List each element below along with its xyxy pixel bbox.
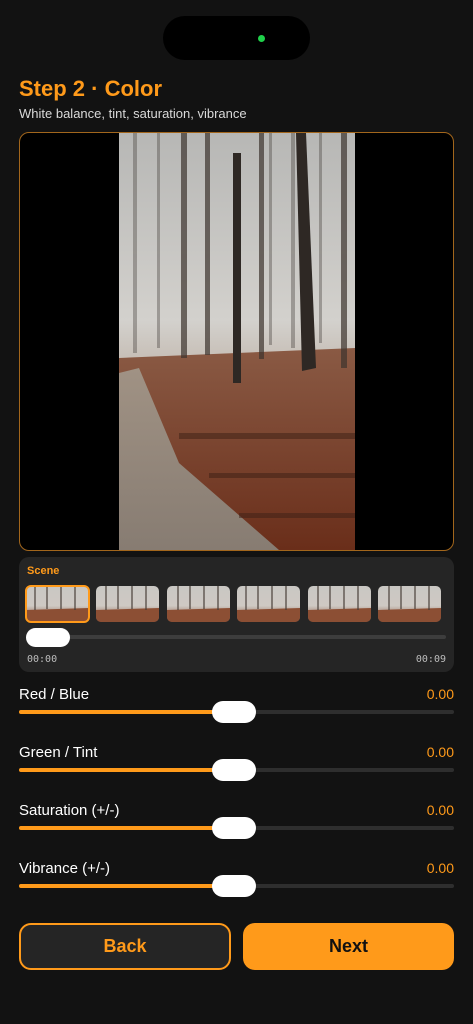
thumbnail-image bbox=[26, 586, 89, 622]
thumbnail-image bbox=[96, 586, 159, 622]
scene-panel: Scene 00:00 00:09 bbox=[19, 557, 454, 672]
slider-label: Red / Blue bbox=[19, 686, 90, 703]
vibrance-slider: Vibrance (+/-) 0.00 bbox=[19, 860, 454, 910]
scene-label: Scene bbox=[27, 565, 60, 577]
slider-label: Vibrance (+/-) bbox=[19, 860, 111, 877]
saturation-slider: Saturation (+/-) 0.00 bbox=[19, 802, 454, 852]
thumbnail-image bbox=[308, 586, 371, 622]
scene-thumbnail-4[interactable] bbox=[237, 586, 300, 622]
slider-handle[interactable] bbox=[212, 875, 256, 897]
back-button[interactable]: Back bbox=[19, 923, 231, 970]
scene-thumbnails bbox=[25, 585, 448, 623]
slider-fill bbox=[19, 768, 237, 772]
scene-thumbnail-6[interactable] bbox=[378, 586, 441, 622]
video-frame bbox=[119, 133, 355, 550]
slider-handle[interactable] bbox=[212, 817, 256, 839]
slider-value: 0.00 bbox=[426, 686, 454, 702]
slider-label: Green / Tint bbox=[19, 744, 98, 761]
page-subtitle: White balance, tint, saturation, vibranc… bbox=[19, 106, 247, 121]
thumbnail-image bbox=[167, 586, 230, 622]
scene-thumbnail-2[interactable] bbox=[96, 586, 159, 622]
time-start: 00:00 bbox=[27, 654, 58, 665]
time-end: 00:09 bbox=[415, 654, 446, 665]
thumbnail-image bbox=[237, 586, 300, 622]
forest-video-image bbox=[119, 133, 355, 550]
red-blue-slider: Red / Blue 0.00 bbox=[19, 686, 454, 736]
scene-thumbnail-1[interactable] bbox=[25, 585, 90, 623]
thumbnail-image bbox=[378, 586, 441, 622]
video-preview[interactable] bbox=[19, 132, 454, 551]
scene-thumbnail-3[interactable] bbox=[167, 586, 230, 622]
next-button[interactable]: Next bbox=[243, 923, 454, 970]
slider-label: Saturation (+/-) bbox=[19, 802, 120, 819]
green-tint-slider: Green / Tint 0.00 bbox=[19, 744, 454, 794]
scene-scrubber-track[interactable] bbox=[27, 635, 446, 639]
scene-scrubber-handle[interactable] bbox=[26, 628, 70, 647]
slider-handle[interactable] bbox=[212, 759, 256, 781]
slider-fill bbox=[19, 710, 237, 714]
color-step-screen: Step 2 · Color White balance, tint, satu… bbox=[0, 0, 473, 1024]
slider-value: 0.00 bbox=[426, 744, 454, 760]
slider-handle[interactable] bbox=[212, 701, 256, 723]
slider-value: 0.00 bbox=[426, 802, 454, 818]
slider-fill bbox=[19, 826, 237, 830]
page-title: Step 2 · Color bbox=[19, 76, 163, 101]
slider-value: 0.00 bbox=[426, 860, 454, 876]
camera-indicator-icon bbox=[258, 35, 265, 42]
scene-thumbnail-5[interactable] bbox=[308, 586, 371, 622]
dynamic-island bbox=[163, 16, 310, 60]
slider-fill bbox=[19, 884, 237, 888]
